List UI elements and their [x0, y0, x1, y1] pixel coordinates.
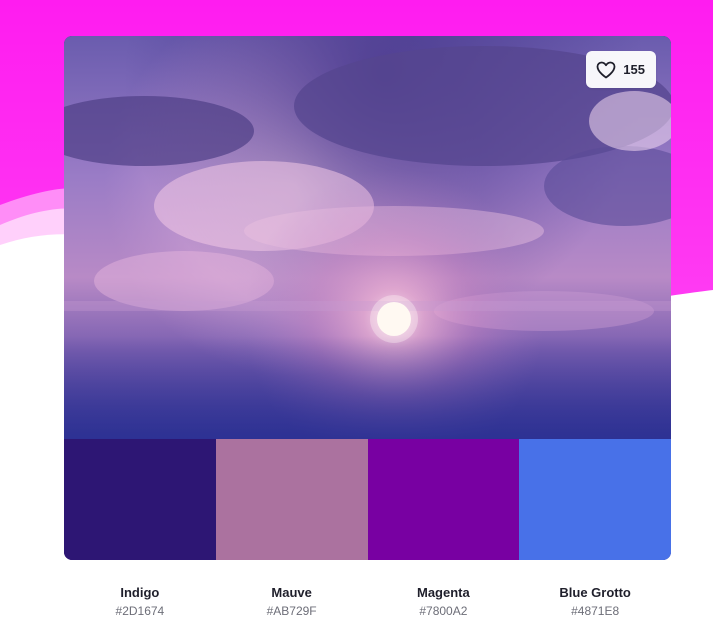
like-button[interactable]: 155 — [586, 51, 656, 88]
color-label-indigo: Indigo #2D1674 — [64, 584, 216, 620]
color-labels: Indigo #2D1674 Mauve #AB729F Magenta #78… — [64, 584, 671, 620]
heart-icon — [595, 59, 617, 81]
sunset-photo-image — [64, 36, 671, 439]
color-label-magenta: Magenta #7800A2 — [368, 584, 520, 620]
color-swatches — [64, 439, 671, 560]
color-label-blue-grotto: Blue Grotto #4871E8 — [519, 584, 671, 620]
color-name: Magenta — [417, 585, 470, 600]
swatch-mauve[interactable] — [215, 439, 368, 560]
swatch-blue-grotto[interactable] — [519, 439, 671, 560]
color-name: Indigo — [120, 585, 160, 600]
palette-card[interactable]: 155 — [64, 36, 671, 560]
swatch-magenta[interactable] — [367, 439, 520, 560]
sunset-photo[interactable]: 155 — [64, 36, 671, 439]
color-hex[interactable]: #7800A2 — [368, 603, 520, 620]
color-name: Mauve — [271, 585, 312, 600]
color-hex[interactable]: #4871E8 — [519, 603, 671, 620]
color-hex[interactable]: #AB729F — [216, 603, 368, 620]
swatch-indigo[interactable] — [64, 439, 216, 560]
color-hex[interactable]: #2D1674 — [64, 603, 216, 620]
color-name: Blue Grotto — [559, 585, 631, 600]
color-label-mauve: Mauve #AB729F — [216, 584, 368, 620]
like-count: 155 — [623, 62, 645, 77]
